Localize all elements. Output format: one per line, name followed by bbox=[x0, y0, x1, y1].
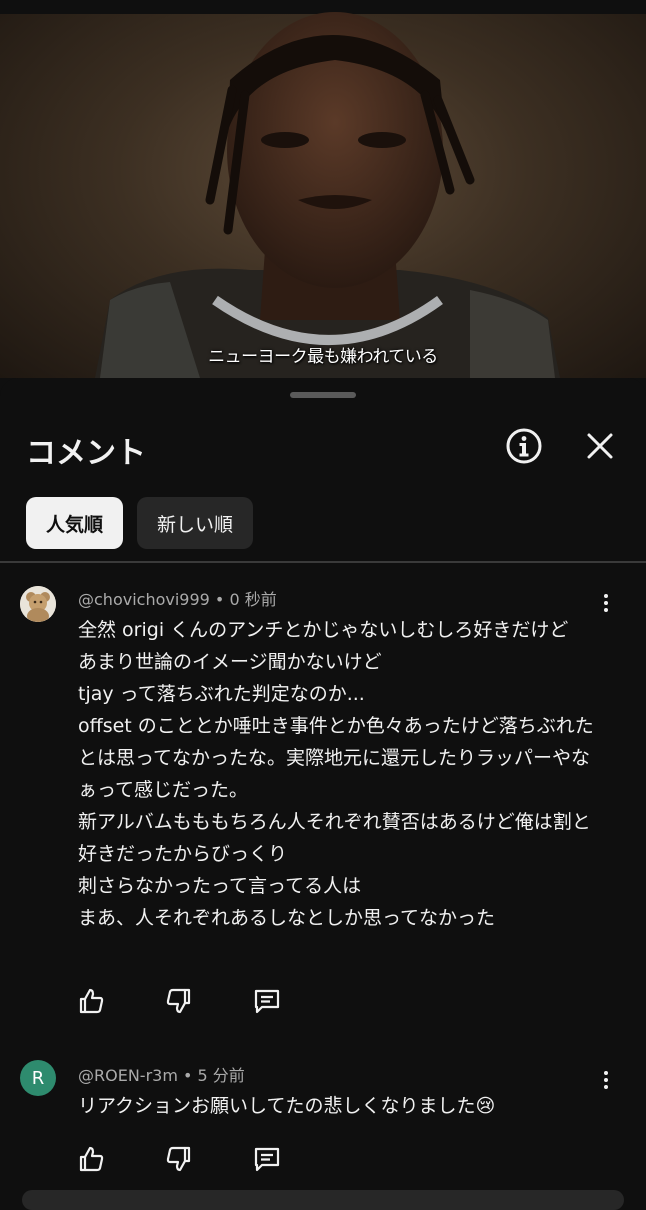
like-button[interactable] bbox=[76, 1144, 106, 1174]
info-icon bbox=[506, 428, 542, 464]
comment-author[interactable]: @chovichovi999 bbox=[78, 590, 210, 609]
avatar[interactable] bbox=[20, 586, 56, 622]
comment-meta: @chovichovi999 • 0 秒前 bbox=[78, 586, 277, 610]
more-vert-icon bbox=[604, 594, 608, 598]
reply-button[interactable] bbox=[252, 1144, 282, 1174]
drag-handle[interactable] bbox=[290, 392, 356, 398]
sort-chips: 人気順 新しい順 bbox=[26, 497, 254, 549]
like-button[interactable] bbox=[76, 986, 106, 1016]
video-frame-illustration bbox=[95, 12, 560, 378]
comment-actions bbox=[76, 1144, 340, 1174]
comment-text: リアクションお願いしてたの悲しくなりました😢 bbox=[78, 1095, 496, 1117]
reply-icon bbox=[254, 1147, 280, 1172]
comments-sheet: コメント 人気順 新しい順 @chovichovi999 • 0 秒前 全然 o… bbox=[0, 378, 646, 1200]
close-icon bbox=[587, 433, 613, 459]
video-player[interactable]: ニューヨーク最も嫌われている bbox=[0, 0, 646, 378]
thumb-down-icon bbox=[166, 1146, 191, 1172]
reply-button[interactable] bbox=[252, 986, 282, 1016]
dislike-button[interactable] bbox=[164, 1144, 194, 1174]
comment-time: 5 分前 bbox=[197, 1066, 245, 1085]
thumb-up-icon bbox=[79, 1146, 104, 1172]
comment-author[interactable]: @ROEN-r3m bbox=[78, 1066, 178, 1085]
dislike-button[interactable] bbox=[164, 986, 194, 1016]
meta-separator: • bbox=[209, 590, 230, 609]
info-button[interactable] bbox=[502, 424, 546, 468]
thumb-down-icon bbox=[166, 988, 191, 1014]
comment-time: 0 秒前 bbox=[229, 590, 277, 609]
teddy-bear-avatar-icon bbox=[20, 586, 56, 622]
chip-top[interactable]: 人気順 bbox=[26, 497, 124, 549]
comment-actions bbox=[76, 986, 340, 1016]
comment-meta: @ROEN-r3m • 5 分前 bbox=[78, 1062, 245, 1086]
comment-menu-button[interactable] bbox=[596, 589, 616, 617]
thumb-up-icon bbox=[79, 988, 104, 1014]
reply-icon bbox=[254, 989, 280, 1014]
divider bbox=[0, 561, 646, 563]
video-subtitle: ニューヨーク最も嫌われている bbox=[208, 347, 438, 367]
sheet-title: コメント bbox=[26, 436, 146, 471]
meta-separator: • bbox=[177, 1066, 198, 1085]
comment-text: 全然 origi くんのアンチとかじゃないしむしろ好きだけど あまり世論のイメー… bbox=[78, 619, 594, 929]
more-vert-icon bbox=[604, 1071, 608, 1075]
avatar[interactable]: R bbox=[20, 1060, 56, 1096]
chip-newest[interactable]: 新しい順 bbox=[137, 497, 254, 549]
add-comment-bar[interactable] bbox=[22, 1190, 624, 1210]
close-button[interactable] bbox=[578, 424, 622, 468]
